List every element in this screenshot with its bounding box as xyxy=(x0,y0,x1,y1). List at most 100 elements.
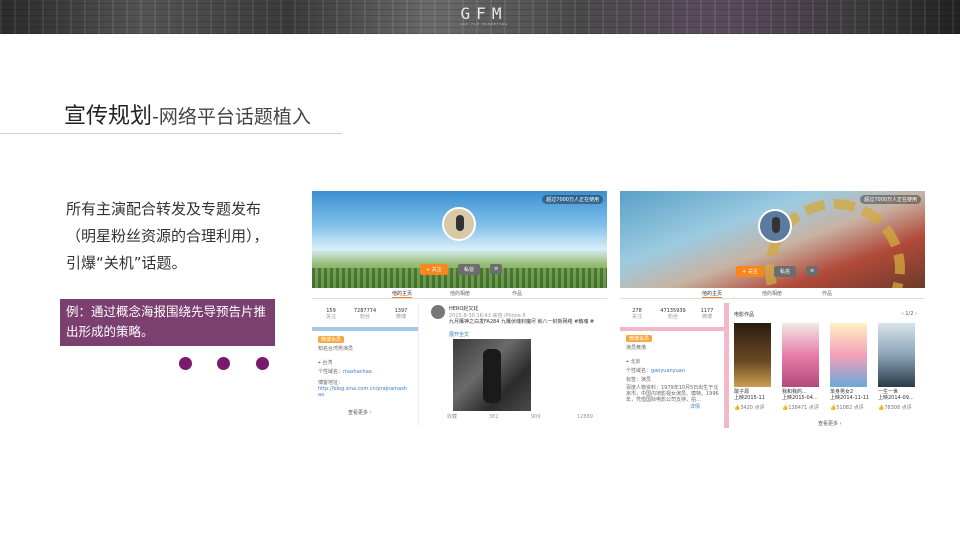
view-more-link[interactable]: 查看更多 › xyxy=(818,420,842,427)
film-poster-1[interactable] xyxy=(734,323,771,387)
domain-link[interactable]: mashachao xyxy=(343,369,372,375)
post-avatar[interactable] xyxy=(431,305,445,319)
tab-works[interactable]: 作品 xyxy=(822,290,832,297)
domain-label: 个性域名： xyxy=(318,369,344,375)
bullet-dot-2 xyxy=(217,357,230,370)
more-menu-button[interactable]: ≡ xyxy=(490,264,503,274)
tab-album[interactable]: 他的相册 xyxy=(450,290,470,297)
tab-home[interactable]: 他的主页 xyxy=(702,290,723,298)
profile-tabs: 他的主页 他的相册 作品 xyxy=(312,288,607,299)
stat-following[interactable]: 278 关注 xyxy=(622,308,652,320)
film-date: 上映2015-04... xyxy=(782,395,818,401)
users-count-pill: 超过7000万人正在使用 xyxy=(860,195,921,204)
blog-line: 博客地址： xyxy=(318,379,343,386)
films-pager[interactable]: ‹ 1/2 › xyxy=(902,311,917,317)
film-date: 上映2014-09... xyxy=(878,395,914,401)
stat-followers[interactable]: 47135939 粉丝 xyxy=(658,308,688,320)
film-likes[interactable]: 78308 xyxy=(884,405,900,411)
favorite-action[interactable]: 收藏 xyxy=(447,413,457,420)
film-poster-4[interactable] xyxy=(878,323,915,387)
film-stats-1: 👍3420 点评 xyxy=(734,404,765,411)
tag-line: 标签：演员 xyxy=(626,377,652,383)
like-action[interactable]: 12889 xyxy=(577,414,593,420)
film-caption-2: 我和我的... 上映2015-04... xyxy=(782,389,818,401)
repost-action[interactable]: 382 xyxy=(489,414,499,420)
film-date: 上映2015-11 xyxy=(734,395,765,401)
bullet-dot-1 xyxy=(179,357,192,370)
description-text: 所有主演配合转发及专题发布（明星粉丝资源的合理利用），引爆“关机”话题。 xyxy=(66,200,269,272)
film-likes[interactable]: 138471 xyxy=(788,405,807,411)
follow-button[interactable]: + 关注 xyxy=(420,264,448,275)
film-likes[interactable]: 51082 xyxy=(836,405,852,411)
stat-followers[interactable]: 7287774 粉丝 xyxy=(350,308,380,320)
profile-sidebar: 159 关注 7287774 粉丝 1397 微博 微博会员 知名台湾男演员 ⌖ 台湾… xyxy=(312,303,419,426)
member-badge: 微博会员 xyxy=(626,335,653,342)
films-side-bar xyxy=(724,303,729,428)
film-review-link[interactable]: 点评 xyxy=(755,405,765,411)
film-poster-2[interactable] xyxy=(782,323,819,387)
films-title: 电影作品 xyxy=(734,312,755,318)
post-username[interactable]: HERO赵又廷 xyxy=(449,305,478,312)
film-stats-4: 👍78308 点评 xyxy=(878,404,912,411)
title-divider xyxy=(0,133,342,134)
stat-following[interactable]: 159 关注 xyxy=(316,308,346,320)
post-photo[interactable] xyxy=(453,339,531,411)
film-review-link[interactable]: 点评 xyxy=(902,405,912,411)
film-review-link[interactable]: 点评 xyxy=(854,405,864,411)
film-poster-3[interactable] xyxy=(830,323,867,387)
message-button[interactable]: 私信 xyxy=(458,264,481,275)
stats-divider xyxy=(620,327,726,331)
film-review-link[interactable]: 点评 xyxy=(809,405,819,411)
header-banner: GFM GAO FLM MARKETING xyxy=(0,0,960,34)
users-count-pill: 超过7000万人正在使用 xyxy=(542,195,603,204)
comment-action[interactable]: 909 xyxy=(531,414,541,420)
film-likes[interactable]: 3420 xyxy=(740,405,753,411)
stat-label: 粉丝 xyxy=(667,314,678,320)
film-caption-4: 一生一世 上映2014-09... xyxy=(878,389,914,401)
title-sub: -网络平台话题植入 xyxy=(152,106,311,128)
tab-works[interactable]: 作品 xyxy=(512,290,522,297)
follow-button[interactable]: + 关注 xyxy=(736,266,764,277)
domain-link[interactable]: gaoyuanyuan xyxy=(651,368,685,374)
post-text: 九月鹰神之白发FA284 九鹰伏魂封魔尽 就八一封新网络 #触魂 # xyxy=(449,319,595,325)
member-badge: 微博会员 xyxy=(318,336,345,343)
films-panel: 电影作品 ‹ 1/2 › 敢子源 上映2015-11 我和我的... 上映2015-… xyxy=(724,303,921,428)
example-callout: 例：通过概念海报围绕先导预告片推出形成的策略。 xyxy=(60,299,275,346)
stat-posts[interactable]: 1397 微博 xyxy=(386,308,416,320)
blog-link[interactable]: http://blog.sina.com.cn/prajnamashao xyxy=(318,386,408,398)
tab-home[interactable]: 他的主页 xyxy=(392,290,413,298)
logo-subtext: GAO FLM MARKETING xyxy=(460,22,508,26)
bio-more-link[interactable]: 详情 xyxy=(690,403,700,410)
post-expand-link[interactable]: 展开全文 xyxy=(449,331,469,338)
stat-label: 关注 xyxy=(631,314,642,320)
profile-description: 知名台湾男演员 xyxy=(318,346,354,352)
avatar[interactable] xyxy=(758,209,792,243)
title-main: 宣传规划 xyxy=(64,104,153,129)
view-more-link[interactable]: 查看更多 › xyxy=(348,409,372,416)
more-menu-button[interactable]: ≡ xyxy=(806,266,819,276)
location-text: 北京 xyxy=(630,359,641,365)
location-line: ⌖ 北京 xyxy=(626,358,640,365)
stat-label: 微博 xyxy=(701,314,712,320)
domain-label: 个性域名： xyxy=(626,368,652,374)
location-text: 台湾 xyxy=(322,360,333,366)
page-title: 宣传规划-网络平台话题植入 xyxy=(64,98,311,130)
avatar[interactable] xyxy=(442,207,476,241)
stat-label: 关注 xyxy=(325,314,336,320)
message-button[interactable]: 私信 xyxy=(774,266,797,277)
bio-text: 百度人物资料：1979年10月5日出生于北京市，中国内地影视女演员、模特。199… xyxy=(626,385,719,403)
location-line: ⌖ 台湾 xyxy=(318,359,332,366)
member-tag: 微博会员 xyxy=(626,335,653,342)
film-caption-1: 敢子源 上映2015-11 xyxy=(734,389,765,401)
gfm-logo: GFM GAO FLM MARKETING xyxy=(436,6,532,28)
stat-label: 微博 xyxy=(395,314,406,320)
bullet-dot-3 xyxy=(256,357,269,370)
weibo-feed: HERO赵又廷 2015-8-30 16:43 来自 iPhone 6 九月鹰神… xyxy=(427,303,603,426)
stat-posts[interactable]: 1177 微博 xyxy=(692,308,722,320)
member-tag: 微博会员 xyxy=(318,336,345,343)
profile-tabs: 他的主页 他的相册 作品 xyxy=(620,288,925,299)
logo-text: GFM xyxy=(460,4,508,23)
weibo-profile-screenshot-1: 超过7000万人正在使用 + 关注 私信 ≡ 他的主页 他的相册 作品 159 关… xyxy=(312,191,607,426)
tab-album[interactable]: 他的相册 xyxy=(762,290,782,297)
stats-divider xyxy=(312,327,418,331)
